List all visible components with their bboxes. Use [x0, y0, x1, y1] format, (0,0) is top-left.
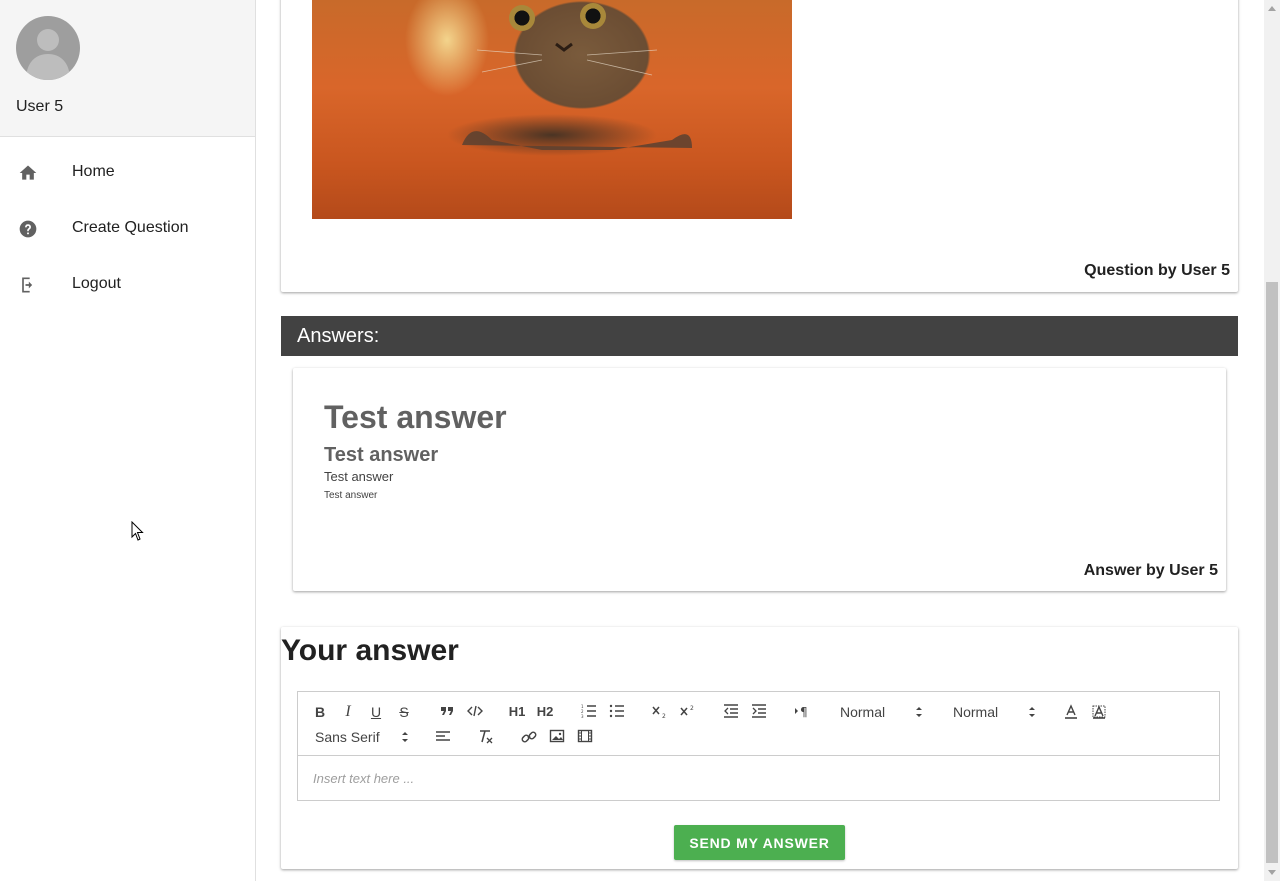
image-icon: [549, 729, 565, 743]
nav-item-label: Home: [72, 163, 115, 180]
blockquote-button[interactable]: [435, 702, 459, 722]
video-icon: [577, 729, 593, 743]
question-card: Question by User 5: [281, 0, 1238, 292]
text-direction-button[interactable]: ¶: [790, 702, 814, 722]
font-color-icon: [1065, 704, 1077, 719]
answer-editor-input[interactable]: [298, 756, 1219, 800]
italic-button[interactable]: I: [336, 702, 360, 722]
answer-line-small: Test answer: [324, 490, 378, 501]
background-color-button[interactable]: [1087, 702, 1111, 722]
picker-arrows-icon: [402, 732, 408, 742]
svg-text:¶: ¶: [800, 705, 808, 718]
code-icon: [467, 705, 483, 717]
user-silhouette-icon: [26, 29, 70, 80]
svg-text:2: 2: [690, 705, 694, 712]
font-picker-value: Sans Serif: [315, 729, 380, 745]
scroll-thumb[interactable]: [1266, 282, 1278, 863]
home-icon: [18, 163, 38, 183]
bullet-list-button[interactable]: [605, 702, 629, 722]
link-icon: [521, 731, 537, 743]
your-answer-card: Your answer B I U S H1 H2 123 2 2 ¶ Norm…: [281, 627, 1238, 869]
editor-toolbar: B I U S H1 H2 123 2 2 ¶ Normal Normal Sa…: [297, 691, 1220, 756]
question-author: Question by User 5: [1084, 262, 1230, 279]
avatar: [16, 16, 80, 80]
outdent-button[interactable]: [719, 702, 743, 722]
ordered-list-button[interactable]: 123: [577, 702, 601, 722]
ordered-list-icon: 123: [581, 704, 596, 718]
nav-item-home[interactable]: Home: [0, 145, 255, 201]
logout-icon: [18, 275, 38, 295]
username: User 5: [16, 98, 64, 115]
picker-arrows-icon: [916, 707, 922, 717]
indent-icon: [752, 704, 766, 718]
scroll-down-arrow-icon[interactable]: [1268, 870, 1276, 875]
strike-button[interactable]: S: [392, 702, 416, 722]
nav-item-label: Logout: [72, 275, 121, 292]
your-answer-title: Your answer: [281, 634, 459, 667]
code-block-button[interactable]: [463, 702, 487, 722]
bold-button[interactable]: B: [308, 702, 332, 722]
subscript-button[interactable]: 2: [648, 702, 672, 722]
nav-item-label: Create Question: [72, 219, 189, 236]
header1-button[interactable]: H1: [505, 702, 529, 722]
underline-button[interactable]: U: [364, 702, 388, 722]
header-picker[interactable]: Normal: [953, 702, 1036, 722]
answer-line-normal: Test answer: [324, 469, 394, 484]
highlight-color-icon: [1092, 705, 1106, 719]
quote-icon: [441, 707, 453, 715]
help-circle-icon: [18, 219, 38, 239]
indent-button[interactable]: [747, 702, 771, 722]
size-picker[interactable]: Normal: [840, 702, 923, 722]
answer-line-h2: Test answer: [324, 444, 439, 466]
answer-card: Test answer Test answer Test answer Test…: [293, 368, 1226, 591]
size-picker-value: Normal: [840, 704, 886, 720]
image-button[interactable]: [545, 727, 569, 747]
question-image: [312, 0, 792, 219]
send-answer-button[interactable]: SEND MY ANSWER: [674, 825, 845, 860]
picker-arrows-icon: [1029, 707, 1035, 717]
scroll-up-arrow-icon[interactable]: [1268, 6, 1276, 11]
video-button[interactable]: [573, 727, 597, 747]
rtl-paragraph-icon: ¶: [795, 705, 808, 718]
answer-line-h1: Test answer: [324, 399, 507, 435]
text-color-button[interactable]: [1059, 702, 1083, 722]
subscript-icon: 2: [652, 706, 666, 718]
profile-header: User 5: [0, 0, 255, 137]
answers-header-title: Answers:: [297, 325, 380, 347]
clear-format-button[interactable]: [474, 727, 498, 747]
superscript-icon: 2: [680, 705, 694, 716]
superscript-button[interactable]: 2: [676, 702, 700, 722]
header2-button[interactable]: H2: [533, 702, 557, 722]
answer-editor[interactable]: [297, 756, 1220, 801]
answer-author: Answer by User 5: [1083, 562, 1218, 579]
page-scrollbar[interactable]: [1264, 0, 1280, 881]
sidebar: User 5 Home Create Question Logout: [0, 0, 256, 881]
clear-format-icon: [480, 730, 493, 744]
cat-figure: [462, 42, 692, 150]
bullet-list-icon: [609, 704, 624, 718]
svg-text:2: 2: [662, 713, 666, 718]
nav-item-logout[interactable]: Logout: [0, 257, 255, 313]
svg-text:3: 3: [581, 714, 584, 718]
align-button[interactable]: [431, 727, 455, 747]
outdent-icon: [724, 704, 738, 718]
answers-header: Answers:: [281, 316, 1238, 356]
font-picker[interactable]: Sans Serif: [315, 727, 409, 747]
nav-item-create-question[interactable]: Create Question: [0, 201, 255, 257]
header-picker-value: Normal: [953, 704, 999, 720]
link-button[interactable]: [517, 727, 541, 747]
align-left-icon: [436, 731, 450, 741]
mouse-cursor-icon: [131, 521, 144, 541]
